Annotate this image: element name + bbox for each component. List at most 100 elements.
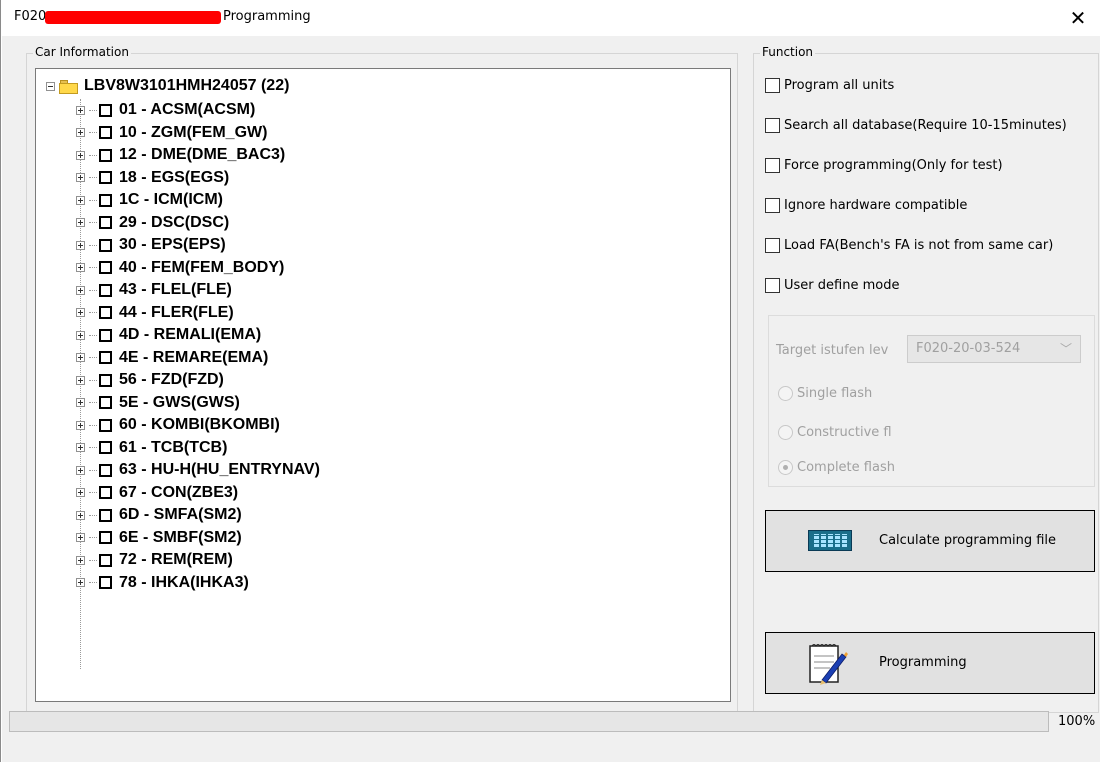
unit-checkbox[interactable] bbox=[99, 283, 112, 297]
tree-node-unit[interactable]: 56 - FZD(FZD) bbox=[76, 370, 224, 390]
target-istufe-value: F020-20-03-524 bbox=[916, 341, 1021, 356]
unit-checkbox[interactable] bbox=[99, 193, 112, 207]
unit-checkbox[interactable] bbox=[99, 148, 112, 162]
radio-icon[interactable] bbox=[778, 385, 793, 401]
tree-node-unit[interactable]: 4E - REMARE(EMA) bbox=[76, 348, 268, 368]
unit-label: 60 - KOMBI(BKOMBI) bbox=[119, 416, 280, 433]
flash-mode-radio[interactable]: Constructive fl bbox=[778, 423, 892, 441]
ecu-tree[interactable]: LBV8W3101HMH24057 (22) 01 - ACSM(ACSM) 10… bbox=[35, 68, 731, 702]
unit-checkbox[interactable] bbox=[99, 171, 112, 184]
function-option[interactable]: Program all units bbox=[765, 76, 894, 94]
tree-connector bbox=[89, 402, 97, 403]
option-checkbox[interactable] bbox=[765, 197, 780, 213]
expand-icon[interactable] bbox=[76, 443, 85, 452]
option-checkbox[interactable] bbox=[765, 157, 780, 173]
unit-checkbox[interactable] bbox=[99, 261, 112, 274]
unit-checkbox[interactable] bbox=[99, 531, 112, 544]
unit-checkbox[interactable] bbox=[99, 576, 112, 589]
close-button[interactable]: ✕ bbox=[1055, 0, 1100, 36]
radio-icon[interactable] bbox=[778, 424, 793, 440]
unit-checkbox[interactable] bbox=[99, 463, 112, 477]
tree-connector bbox=[89, 289, 97, 291]
tree-node-unit[interactable]: 67 - CON(ZBE3) bbox=[76, 483, 238, 503]
target-istufe-select[interactable]: F020-20-03-524 ﹀ bbox=[907, 335, 1081, 363]
option-checkbox[interactable] bbox=[765, 237, 780, 253]
option-checkbox[interactable] bbox=[765, 277, 780, 293]
flash-mode-radio[interactable]: Single flash bbox=[778, 384, 872, 402]
tree-node-unit[interactable]: 10 - ZGM(FEM_GW) bbox=[76, 123, 267, 143]
function-option[interactable]: User define mode bbox=[765, 276, 899, 294]
calculate-programming-file-button[interactable]: Calculate programming file bbox=[765, 510, 1095, 572]
function-option[interactable]: Load FA(Bench's FA is not from same car) bbox=[765, 236, 1053, 254]
tree-node-unit[interactable]: 01 - ACSM(ACSM) bbox=[76, 100, 255, 120]
unit-checkbox[interactable] bbox=[99, 126, 112, 139]
expand-icon[interactable] bbox=[76, 105, 85, 115]
unit-checkbox[interactable] bbox=[99, 396, 112, 409]
expand-icon[interactable] bbox=[76, 555, 85, 565]
window-title-prefix: F020 bbox=[14, 9, 47, 24]
unit-checkbox[interactable] bbox=[99, 553, 112, 567]
tree-connector bbox=[89, 334, 97, 336]
tree-node-unit[interactable]: 18 - EGS(EGS) bbox=[76, 168, 229, 188]
expand-icon[interactable] bbox=[76, 240, 85, 250]
expand-icon[interactable] bbox=[76, 578, 85, 587]
radio-icon[interactable] bbox=[778, 459, 793, 475]
flash-mode-label: Constructive fl bbox=[797, 424, 892, 440]
tree-node-unit[interactable]: 78 - IHKA(IHKA3) bbox=[76, 573, 249, 593]
unit-checkbox[interactable] bbox=[99, 373, 112, 387]
tree-node-unit[interactable]: 12 - DME(DME_BAC3) bbox=[76, 145, 285, 165]
tree-node-unit[interactable]: 72 - REM(REM) bbox=[76, 550, 233, 570]
collapse-icon[interactable] bbox=[46, 81, 55, 91]
expand-icon[interactable] bbox=[76, 420, 85, 430]
expand-icon[interactable] bbox=[76, 195, 85, 205]
unit-checkbox[interactable] bbox=[99, 103, 112, 117]
expand-icon[interactable] bbox=[76, 330, 85, 340]
unit-checkbox[interactable] bbox=[99, 418, 112, 432]
tree-node-unit[interactable]: 60 - KOMBI(BKOMBI) bbox=[76, 415, 280, 435]
tree-root-node[interactable]: LBV8W3101HMH24057 (22) bbox=[46, 76, 289, 96]
tree-node-unit[interactable]: 40 - FEM(FEM_BODY) bbox=[76, 258, 284, 278]
expand-icon[interactable] bbox=[76, 533, 85, 542]
expand-icon[interactable] bbox=[76, 308, 85, 317]
unit-checkbox[interactable] bbox=[99, 328, 112, 342]
tree-node-unit[interactable]: 1C - ICM(ICM) bbox=[76, 190, 223, 210]
tree-connector bbox=[89, 424, 97, 426]
tree-node-unit[interactable]: 44 - FLER(FLE) bbox=[76, 303, 234, 323]
function-option[interactable]: Force programming(Only for test) bbox=[765, 156, 1003, 174]
tree-node-unit[interactable]: 6D - SMFA(SM2) bbox=[76, 505, 242, 525]
tree-node-unit[interactable]: 61 - TCB(TCB) bbox=[76, 438, 227, 458]
option-checkbox[interactable] bbox=[765, 117, 780, 133]
tree-node-unit[interactable]: 30 - EPS(EPS) bbox=[76, 235, 226, 255]
tree-node-unit[interactable]: 6E - SMBF(SM2) bbox=[76, 528, 242, 548]
unit-checkbox[interactable] bbox=[99, 351, 112, 364]
expand-icon[interactable] bbox=[76, 375, 85, 385]
expand-icon[interactable] bbox=[76, 263, 85, 272]
unit-checkbox[interactable] bbox=[99, 306, 112, 319]
expand-icon[interactable] bbox=[76, 128, 85, 137]
programming-button[interactable]: Programming bbox=[765, 632, 1095, 694]
expand-icon[interactable] bbox=[76, 285, 85, 295]
tree-node-unit[interactable]: 29 - DSC(DSC) bbox=[76, 213, 229, 233]
function-option[interactable]: Ignore hardware compatible bbox=[765, 196, 967, 214]
unit-checkbox[interactable] bbox=[99, 486, 112, 499]
tree-node-unit[interactable]: 5E - GWS(GWS) bbox=[76, 393, 240, 413]
expand-icon[interactable] bbox=[76, 398, 85, 407]
expand-icon[interactable] bbox=[76, 465, 85, 475]
tree-node-unit[interactable]: 63 - HU-H(HU_ENTRYNAV) bbox=[76, 460, 320, 480]
tree-node-unit[interactable]: 4D - REMALI(EMA) bbox=[76, 325, 261, 345]
unit-checkbox[interactable] bbox=[99, 441, 112, 454]
expand-icon[interactable] bbox=[76, 173, 85, 182]
expand-icon[interactable] bbox=[76, 353, 85, 362]
option-label: Load FA(Bench's FA is not from same car) bbox=[784, 237, 1054, 253]
tree-node-unit[interactable]: 43 - FLEL(FLE) bbox=[76, 280, 232, 300]
unit-checkbox[interactable] bbox=[99, 238, 112, 252]
expand-icon[interactable] bbox=[76, 218, 85, 227]
flash-mode-radio[interactable]: Complete flash bbox=[778, 458, 895, 476]
expand-icon[interactable] bbox=[76, 488, 85, 497]
unit-checkbox[interactable] bbox=[99, 216, 112, 229]
expand-icon[interactable] bbox=[76, 510, 85, 520]
expand-icon[interactable] bbox=[76, 150, 85, 160]
function-option[interactable]: Search all database(Require 10-15minutes… bbox=[765, 116, 1067, 134]
unit-checkbox[interactable] bbox=[99, 508, 112, 522]
option-checkbox[interactable] bbox=[765, 77, 780, 93]
